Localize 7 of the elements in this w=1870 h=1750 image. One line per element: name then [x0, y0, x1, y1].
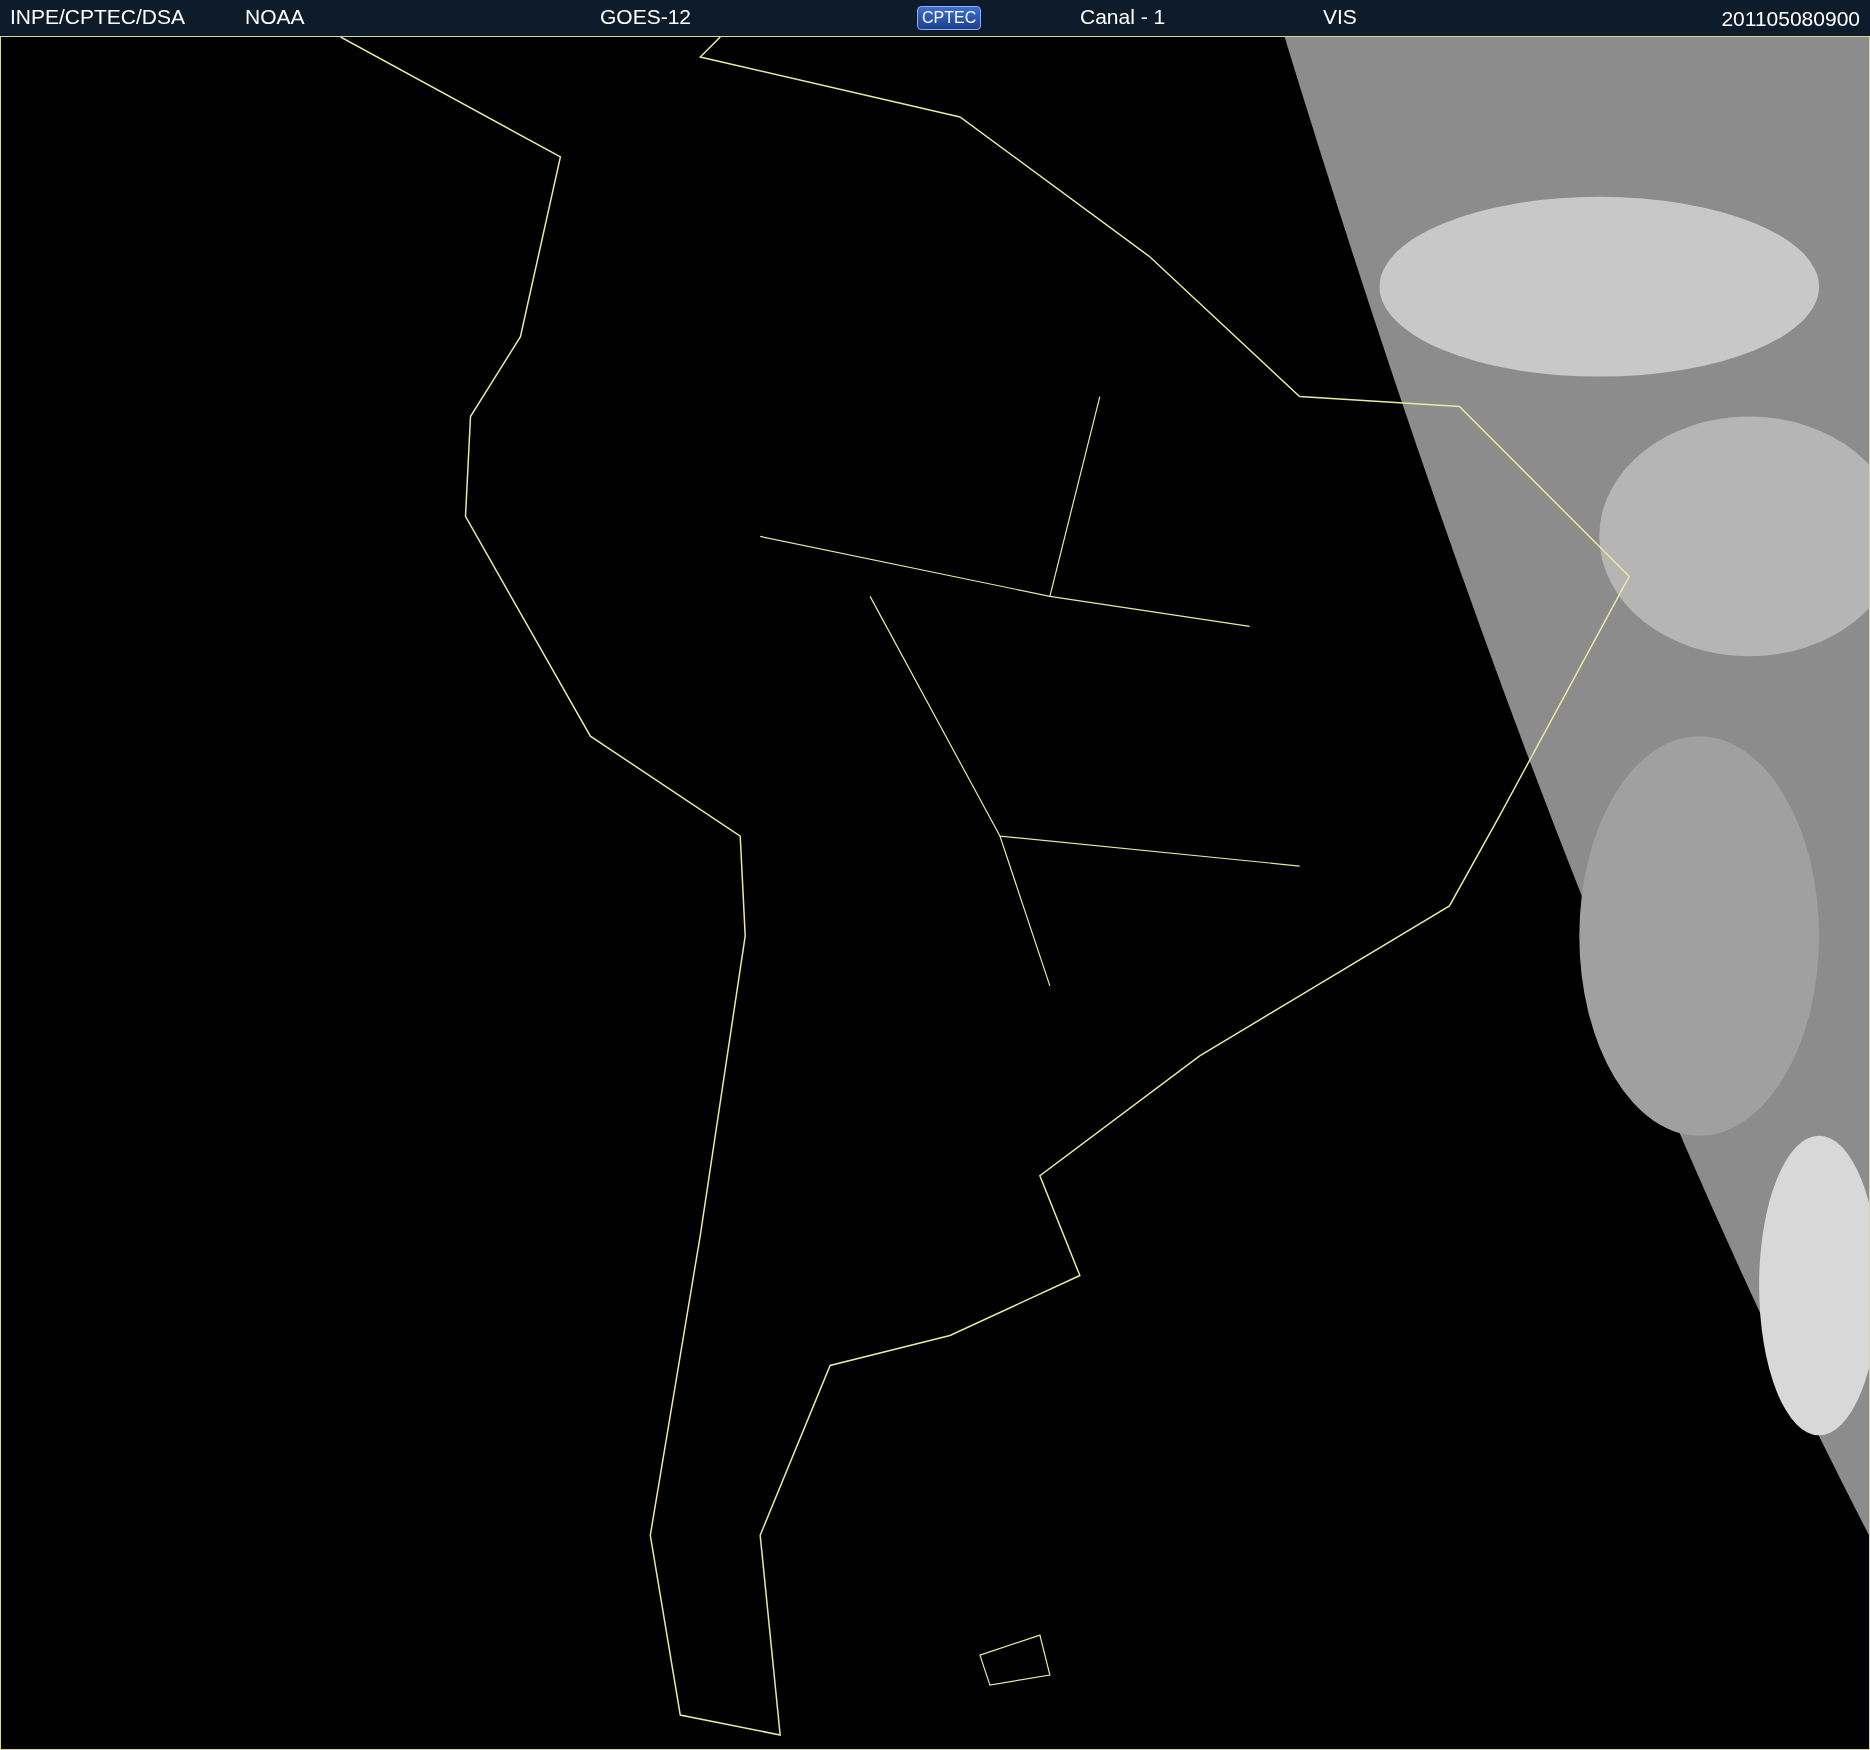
logo: CPTEC: [917, 6, 982, 30]
agency-label: NOAA: [245, 4, 305, 28]
satellite-label: GOES-12: [600, 4, 692, 28]
timestamp-label: 201105080900: [1721, 7, 1860, 29]
channel-label: Canal - 1: [1080, 4, 1166, 28]
band-label: VIS: [1323, 4, 1357, 28]
institution-label: INPE/CPTEC/DSA: [10, 4, 186, 28]
